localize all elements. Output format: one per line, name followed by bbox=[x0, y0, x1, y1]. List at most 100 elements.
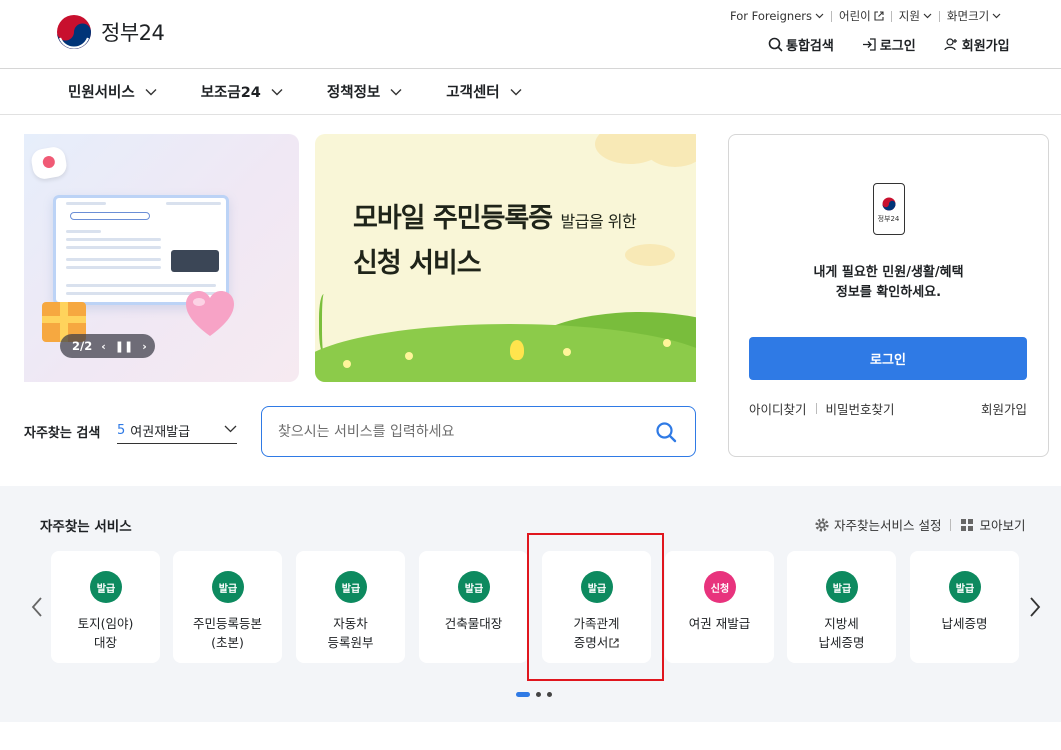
main-navigation: 민원서비스 보조금24 정책정보 고객센터 bbox=[0, 69, 1061, 115]
frequent-search-label: 자주찾는 검색 bbox=[24, 426, 101, 441]
frequent-services-section: 자주찾는 서비스 자주찾는서비스 설정 모아보기 발급 토지(임야) 대장 발급… bbox=[0, 486, 1061, 722]
service-label-line1: 자동차 bbox=[333, 616, 368, 631]
divider bbox=[890, 10, 892, 22]
pause-button[interactable]: ❚❚ bbox=[115, 340, 133, 353]
service-card-label: 건축물대장 bbox=[419, 614, 528, 633]
carousel-prev-button[interactable] bbox=[30, 596, 44, 618]
service-label-line1: 가족관계 bbox=[573, 616, 620, 631]
banner-title-small: 발급을 위한 bbox=[560, 212, 637, 231]
mobile-phone-icon: 정부24 bbox=[873, 183, 905, 235]
apply-badge: 신청 bbox=[704, 571, 736, 603]
integrated-search-label: 통합검색 bbox=[786, 39, 834, 54]
issue-badge: 발급 bbox=[335, 571, 367, 603]
section-title: 자주찾는 서비스 bbox=[40, 519, 132, 535]
service-label-line2: 대장 bbox=[93, 635, 117, 650]
nav-label: 고객센터 bbox=[446, 85, 500, 101]
find-id-link[interactable]: 아이디찾기 bbox=[749, 399, 807, 418]
issue-badge: 발급 bbox=[458, 571, 490, 603]
nav-civil-service[interactable]: 민원서비스 bbox=[68, 81, 157, 102]
chevron-down-icon bbox=[510, 88, 522, 95]
service-label-line2: 납세증명 bbox=[818, 635, 865, 650]
service-label-line1: 주민등록등본 bbox=[192, 616, 262, 631]
next-slide-button[interactable]: › bbox=[142, 340, 147, 353]
view-all-button[interactable]: 모아보기 bbox=[960, 515, 1026, 534]
flower-decoration bbox=[343, 360, 351, 368]
banner-title-line1: 모바일 주민등록증 bbox=[353, 203, 553, 234]
service-card-family-certificate[interactable]: 발급 가족관계 증명서 bbox=[542, 551, 651, 663]
site-logo[interactable]: 정부24 bbox=[56, 14, 165, 50]
issue-badge: 발급 bbox=[826, 571, 858, 603]
search-icon bbox=[768, 37, 783, 52]
service-card-label: 여권 재발급 bbox=[665, 614, 774, 633]
join-link[interactable]: 회원가입 bbox=[981, 399, 1027, 418]
divider bbox=[815, 403, 817, 414]
login-button[interactable]: 로그인 bbox=[749, 337, 1027, 380]
service-card[interactable]: 발급 주민등록등본 (초본) bbox=[173, 551, 282, 663]
service-card[interactable]: 발급 지방세 납세증명 bbox=[787, 551, 896, 663]
chevron-down-icon bbox=[390, 88, 402, 95]
chick-decoration bbox=[510, 340, 524, 360]
kids-link[interactable]: 어린이 bbox=[839, 8, 884, 24]
view-all-label: 모아보기 bbox=[979, 518, 1026, 533]
service-label-line2: 증명서 bbox=[573, 635, 609, 650]
carousel-dot[interactable] bbox=[536, 692, 541, 697]
divider bbox=[938, 10, 940, 22]
search-icon[interactable] bbox=[655, 421, 677, 443]
nav-label: 민원서비스 bbox=[68, 85, 135, 101]
settings-label: 자주찾는서비스 설정 bbox=[834, 518, 942, 533]
issue-badge: 발급 bbox=[581, 571, 613, 603]
search-input[interactable] bbox=[278, 420, 638, 444]
banner-title-line2: 신청 서비스 bbox=[353, 248, 482, 279]
service-label-line1: 지방세 bbox=[824, 616, 859, 631]
carousel-dot[interactable] bbox=[547, 692, 552, 697]
carousel-dot-active[interactable] bbox=[516, 692, 530, 697]
for-foreigners-dropdown[interactable]: For Foreigners bbox=[730, 9, 824, 23]
login-message: 내게 필요한 민원/생활/혜택 정보를 확인하세요. bbox=[729, 263, 1048, 303]
service-card[interactable]: 발급 납세증명 bbox=[910, 551, 1019, 663]
login-icon bbox=[862, 38, 876, 51]
mobile-id-banner[interactable]: 모바일 주민등록증 발급을 위한 신청 서비스 bbox=[315, 134, 696, 382]
service-card[interactable]: 발급 토지(임야) 대장 bbox=[51, 551, 160, 663]
service-card[interactable]: 발급 건축물대장 bbox=[419, 551, 528, 663]
nav-customer-center[interactable]: 고객센터 bbox=[446, 81, 522, 102]
nav-label: 정책정보 bbox=[326, 85, 381, 101]
issue-badge: 발급 bbox=[212, 571, 244, 603]
integrated-search-link[interactable]: 통합검색 bbox=[768, 35, 834, 54]
banner-slide-previous[interactable]: 2/2 ‹ ❚❚ › bbox=[24, 134, 299, 382]
divider bbox=[950, 518, 952, 531]
login-message-line2: 정보를 확인하세요. bbox=[835, 285, 942, 300]
screen-size-dropdown[interactable]: 화면크기 bbox=[947, 8, 1001, 24]
support-dropdown[interactable]: 지원 bbox=[899, 8, 932, 24]
nav-policy-info[interactable]: 정책정보 bbox=[327, 81, 402, 102]
hill-decoration bbox=[315, 324, 696, 382]
add-user-icon bbox=[944, 38, 957, 51]
issue-badge: 발급 bbox=[90, 571, 122, 603]
service-card[interactable]: 신청 여권 재발급 bbox=[665, 551, 774, 663]
flower-decoration bbox=[563, 348, 571, 356]
nav-subsidy[interactable]: 보조금24 bbox=[201, 81, 283, 102]
external-link-icon bbox=[874, 11, 884, 21]
service-card-label: 가족관계 증명서 bbox=[542, 614, 651, 652]
site-header: 정부24 For Foreigners 어린이 지원 화면크기 통합검색 로그인… bbox=[0, 0, 1061, 69]
gear-icon bbox=[815, 517, 829, 532]
services-settings-button[interactable]: 자주찾는서비스 설정 bbox=[815, 515, 941, 534]
login-link[interactable]: 로그인 bbox=[862, 35, 916, 54]
service-card[interactable]: 발급 자동차 등록원부 bbox=[296, 551, 405, 663]
service-label-line2: (초본) bbox=[211, 635, 244, 650]
find-password-link[interactable]: 비밀번호찾기 bbox=[826, 399, 895, 418]
heart-bubble-icon bbox=[29, 145, 69, 181]
chevron-down-icon bbox=[923, 13, 932, 19]
flower-decoration bbox=[663, 339, 671, 347]
join-link[interactable]: 회원가입 bbox=[944, 35, 1010, 54]
carousel-next-button[interactable] bbox=[1028, 596, 1042, 618]
heart-icon bbox=[186, 291, 234, 336]
taegeuk-logo-icon bbox=[57, 15, 91, 49]
frequent-search-rank: 5 bbox=[117, 423, 126, 438]
grid-icon bbox=[961, 518, 974, 531]
service-label-line1: 납세증명 bbox=[941, 616, 988, 631]
prev-slide-button[interactable]: ‹ bbox=[101, 340, 106, 353]
chevron-down-icon bbox=[815, 13, 824, 19]
frequent-search-dropdown[interactable]: 5 여권재발급 bbox=[117, 418, 237, 444]
service-label-line1: 토지(임야) bbox=[77, 616, 134, 631]
banner-pager: 2/2 ‹ ❚❚ › bbox=[60, 334, 155, 358]
